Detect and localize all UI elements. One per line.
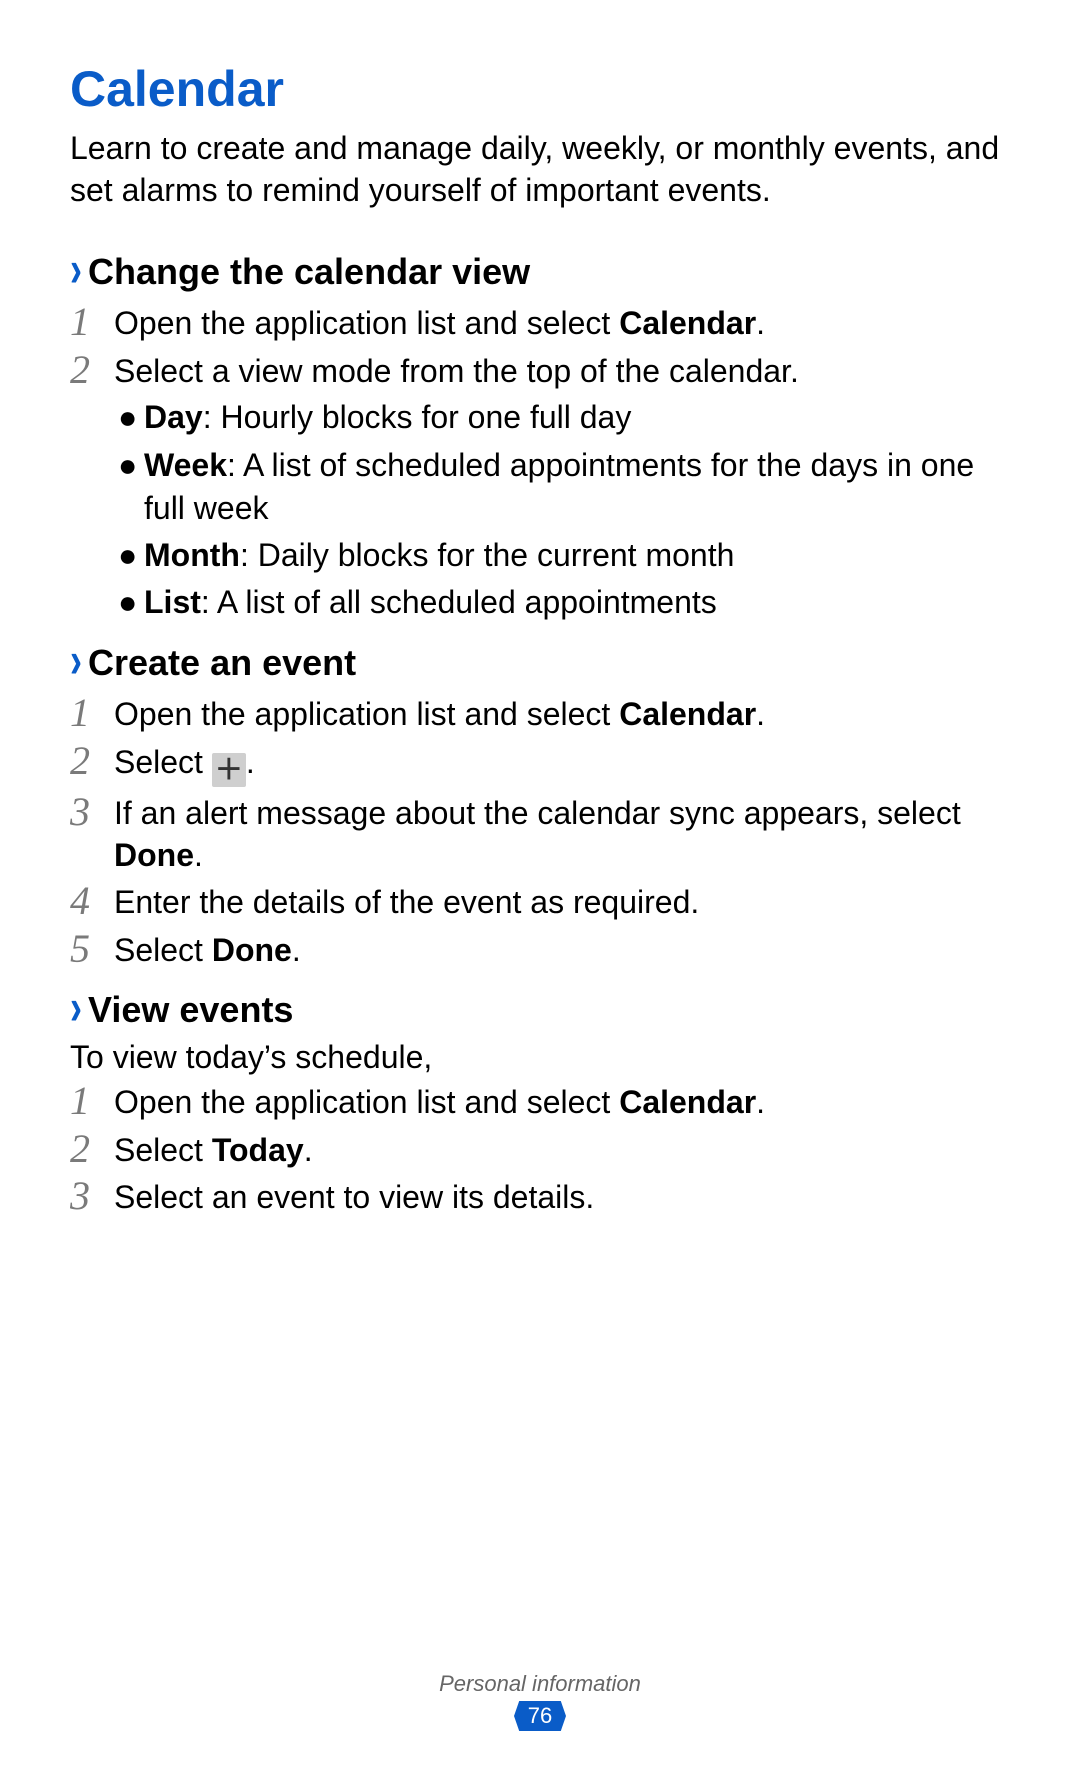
step-text: Select an event to view its details.	[114, 1175, 594, 1219]
section-heading-text: Change the calendar view	[88, 251, 530, 292]
bullet-icon: ●	[118, 396, 144, 439]
step-text: Enter the details of the event as requir…	[114, 880, 699, 924]
step-number: 1	[70, 692, 114, 734]
step-number: 2	[70, 349, 114, 391]
bold-part: Done	[212, 932, 292, 968]
step-item: 2 Select a view mode from the top of the…	[70, 349, 1010, 393]
text-part: .	[194, 837, 203, 873]
bold-part: Today	[212, 1132, 304, 1168]
bullet-text: Week: A list of scheduled appointments f…	[144, 444, 1010, 530]
intro-text: Learn to create and manage daily, weekly…	[70, 128, 1010, 211]
step-text: Select ＋.	[114, 740, 255, 787]
step-text: Open the application list and select Cal…	[114, 301, 765, 345]
text-part: Open the application list and select	[114, 1084, 619, 1120]
text-part: .	[304, 1132, 313, 1168]
step-number: 4	[70, 880, 114, 922]
chevron-icon: ›	[70, 240, 82, 299]
plus-icon: ＋	[212, 753, 246, 787]
section-heading-view-events: ›View events	[70, 989, 1010, 1031]
text-part: Open the application list and select	[114, 305, 619, 341]
section-heading-create-event: ›Create an event	[70, 642, 1010, 684]
step-text: Select Today.	[114, 1128, 313, 1172]
text-part: Open the application list and select	[114, 696, 619, 732]
bold-part: Calendar	[619, 696, 756, 732]
bold-part: List	[144, 584, 201, 620]
bullet-item: ● List: A list of all scheduled appointm…	[118, 581, 1010, 624]
text-part: If an alert message about the calendar s…	[114, 795, 961, 831]
step-text: Select a view mode from the top of the c…	[114, 349, 799, 393]
text-part: Select	[114, 1132, 212, 1168]
step-text: Select Done.	[114, 928, 301, 972]
bold-part: Done	[114, 837, 194, 873]
step-item: 1 Open the application list and select C…	[70, 692, 1010, 736]
text-part: : Hourly blocks for one full day	[203, 399, 632, 435]
step-item: 1 Open the application list and select C…	[70, 1080, 1010, 1124]
bold-part: Calendar	[619, 305, 756, 341]
bullet-icon: ●	[118, 534, 144, 577]
page-title: Calendar	[70, 60, 1010, 118]
bold-part: Week	[144, 447, 227, 483]
step-number: 1	[70, 301, 114, 343]
step-number: 2	[70, 1128, 114, 1170]
step-item: 2 Select ＋.	[70, 740, 1010, 787]
text-part: .	[756, 1084, 765, 1120]
bullet-icon: ●	[118, 444, 144, 530]
section-heading-text: View events	[88, 989, 293, 1030]
lead-text: To view today’s schedule,	[70, 1039, 1010, 1076]
bullet-item: ● Month: Daily blocks for the current mo…	[118, 534, 1010, 577]
step-item: 2 Select Today.	[70, 1128, 1010, 1172]
bullet-item: ● Week: A list of scheduled appointments…	[118, 444, 1010, 530]
text-part: : Daily blocks for the current month	[240, 537, 734, 573]
step-number: 5	[70, 928, 114, 970]
step-item: 4 Enter the details of the event as requ…	[70, 880, 1010, 924]
step-item: 5 Select Done.	[70, 928, 1010, 972]
page-number-badge: 76	[514, 1701, 566, 1731]
bullet-text: Month: Daily blocks for the current mont…	[144, 534, 734, 577]
section-heading-change-view: ›Change the calendar view	[70, 251, 1010, 293]
bold-part: Day	[144, 399, 203, 435]
chevron-icon: ›	[70, 978, 82, 1037]
text-part: .	[756, 305, 765, 341]
step-item: 3 Select an event to view its details.	[70, 1175, 1010, 1219]
bold-part: Month	[144, 537, 240, 573]
footer-label: Personal information	[0, 1671, 1080, 1697]
step-text: If an alert message about the calendar s…	[114, 791, 1010, 876]
step-item: 3 If an alert message about the calendar…	[70, 791, 1010, 876]
text-part: .	[756, 696, 765, 732]
text-part: Select	[114, 744, 212, 780]
step-number: 3	[70, 1175, 114, 1217]
text-part: : A list of all scheduled appointments	[201, 584, 717, 620]
step-text: Open the application list and select Cal…	[114, 1080, 765, 1124]
text-part: : A list of scheduled appointments for t…	[144, 447, 974, 526]
bullet-item: ● Day: Hourly blocks for one full day	[118, 396, 1010, 439]
manual-page: Calendar Learn to create and manage dail…	[0, 0, 1080, 1771]
bullet-list: ● Day: Hourly blocks for one full day ● …	[118, 396, 1010, 624]
step-number: 1	[70, 1080, 114, 1122]
text-part: Select	[114, 932, 212, 968]
bullet-icon: ●	[118, 581, 144, 624]
step-number: 2	[70, 740, 114, 782]
bullet-text: List: A list of all scheduled appointmen…	[144, 581, 717, 624]
text-part: .	[246, 744, 255, 780]
bold-part: Calendar	[619, 1084, 756, 1120]
bullet-text: Day: Hourly blocks for one full day	[144, 396, 631, 439]
step-item: 1 Open the application list and select C…	[70, 301, 1010, 345]
text-part: .	[292, 932, 301, 968]
chevron-icon: ›	[70, 631, 82, 690]
step-number: 3	[70, 791, 114, 833]
section-heading-text: Create an event	[88, 642, 356, 683]
step-text: Open the application list and select Cal…	[114, 692, 765, 736]
page-footer: Personal information 76	[0, 1671, 1080, 1731]
